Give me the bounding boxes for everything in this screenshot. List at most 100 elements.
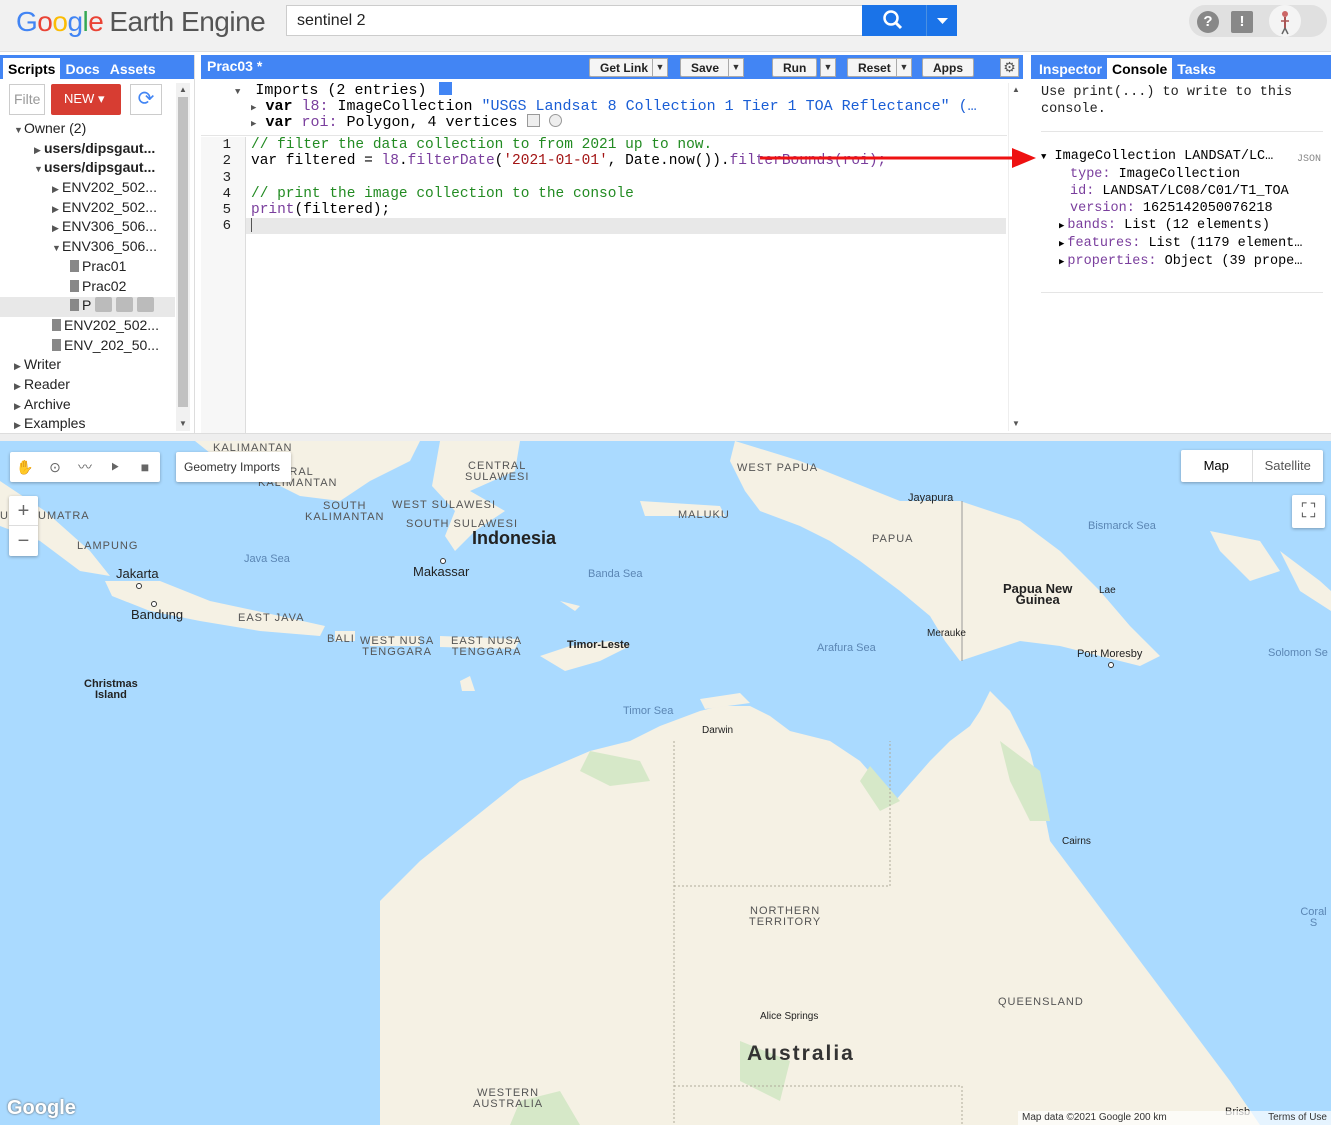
chevron-right-icon[interactable]: ▶ xyxy=(52,204,62,215)
editor-scrollbar[interactable]: ▲ ▼ xyxy=(1008,83,1022,431)
tab-inspector[interactable]: Inspector xyxy=(1034,58,1107,79)
tree-item[interactable]: ▼Owner (2) xyxy=(0,120,175,140)
delete-icon[interactable] xyxy=(137,297,155,313)
tree-item[interactable]: ▶ Writer xyxy=(0,356,175,376)
tree-item[interactable]: ENV202_502... xyxy=(0,317,175,337)
json-link[interactable]: JSON xyxy=(1297,154,1321,165)
map-label: Java Sea xyxy=(244,553,290,565)
chevron-down-icon[interactable]: ▼ xyxy=(14,125,24,135)
chevron-right-icon[interactable]: ▶ xyxy=(1059,257,1064,267)
terms-link[interactable]: Terms of Use xyxy=(1268,1112,1327,1123)
document-icon[interactable] xyxy=(439,82,453,95)
console-output[interactable]: ▼ ImageCollection LANDSAT/LC… type: Imag… xyxy=(1041,148,1326,271)
avatar[interactable] xyxy=(1269,5,1301,37)
save-button[interactable]: Save xyxy=(680,58,731,77)
chevron-right-icon[interactable]: ▶ xyxy=(1059,239,1064,249)
console-field[interactable]: ▶ features: List (1179 element… xyxy=(1041,235,1326,253)
code-area[interactable]: // filter the data collection to from 20… xyxy=(251,137,1007,235)
tree-item[interactable]: Prac02 xyxy=(0,278,175,298)
tree-item[interactable]: ▶ ENV202_502... xyxy=(0,199,175,219)
tree-item[interactable]: ▶ users/dipsgaut... xyxy=(0,140,175,160)
apps-button[interactable]: Apps xyxy=(922,58,974,77)
scripts-panel: Scripts Docs Assets Filte NEW ▾ ⟳ ▼Owner… xyxy=(0,55,195,433)
search-button[interactable] xyxy=(862,5,926,36)
chevron-right-icon[interactable]: ▶ xyxy=(14,420,24,431)
filter-input[interactable]: Filte xyxy=(9,84,45,115)
search-input[interactable]: sentinel 2 xyxy=(286,5,863,36)
chevron-right-icon[interactable]: ▶ xyxy=(14,401,24,412)
scroll-down-icon[interactable]: ▼ xyxy=(1012,419,1020,428)
chevron-right-icon[interactable]: ▶ xyxy=(1059,221,1064,231)
polygon-icon[interactable]: ⯈ xyxy=(104,456,126,478)
scrollbar-thumb[interactable] xyxy=(178,97,188,407)
edit-icon[interactable] xyxy=(116,297,134,313)
map-type-satellite[interactable]: Satellite xyxy=(1253,450,1324,482)
rectangle-icon[interactable]: ■ xyxy=(134,456,156,478)
get-link-button[interactable]: Get Link xyxy=(589,58,660,77)
refresh-icon[interactable]: ⟳ xyxy=(130,84,162,115)
earth-engine-logo[interactable]: Google Earth Engine xyxy=(16,6,266,38)
tab-tasks[interactable]: Tasks xyxy=(1172,58,1221,79)
chevron-down-icon[interactable]: ▼ xyxy=(52,243,62,253)
map-label: Makassar xyxy=(413,564,470,579)
chevron-down-icon[interactable]: ▼ xyxy=(34,164,44,174)
tree-item[interactable]: ENV_202_50... xyxy=(0,337,175,357)
new-button[interactable]: NEW ▾ xyxy=(51,84,121,115)
scroll-up-icon[interactable]: ▲ xyxy=(179,85,187,94)
pan-hand-icon[interactable]: ✋ xyxy=(14,456,36,478)
object-header[interactable]: ▼ ImageCollection LANDSAT/LC… xyxy=(1041,148,1326,166)
tree-item[interactable]: Prac01 xyxy=(0,258,175,278)
settings-icon[interactable] xyxy=(526,114,540,127)
chevron-right-icon[interactable]: ▶ xyxy=(14,381,24,392)
chevron-right-icon[interactable]: ▶ xyxy=(52,223,62,234)
console-field[interactable]: ▶ properties: Object (39 prope… xyxy=(1041,253,1326,271)
fullscreen-icon[interactable]: ⛶ xyxy=(1292,495,1325,528)
tab-docs[interactable]: Docs xyxy=(60,58,104,79)
tab-scripts[interactable]: Scripts xyxy=(3,58,61,79)
import-row[interactable]: ▶ var roi: Polygon, 4 vertices xyxy=(251,114,562,131)
chevron-right-icon[interactable]: ▶ xyxy=(52,184,62,195)
search-options-dropdown[interactable] xyxy=(926,5,957,36)
tree-item[interactable]: P xyxy=(0,297,175,317)
zoom-out-button[interactable]: − xyxy=(9,526,38,556)
tree-item[interactable]: ▶ Archive xyxy=(0,396,175,416)
map-type-map[interactable]: Map xyxy=(1181,450,1253,482)
import-row[interactable]: ▶ var l8: ImageCollection "USGS Landsat … xyxy=(251,98,977,115)
tree-item[interactable]: ▼ENV306_506... xyxy=(0,238,175,258)
line-icon[interactable]: 〰 xyxy=(74,456,96,478)
target-icon[interactable] xyxy=(548,114,562,127)
feedback-icon[interactable]: ! xyxy=(1231,11,1253,33)
get-link-dropdown[interactable]: ▼ xyxy=(652,58,668,77)
help-icon[interactable]: ? xyxy=(1197,11,1219,33)
editor-toolbar: Prac03 * Get Link ▼ Save ▼ Run ▼ Reset ▼… xyxy=(201,55,1023,79)
run-dropdown[interactable]: ▼ xyxy=(820,58,836,77)
save-dropdown[interactable]: ▼ xyxy=(728,58,744,77)
scripts-scrollbar[interactable]: ▲ ▼ xyxy=(176,83,190,431)
tab-console[interactable]: Console xyxy=(1107,58,1173,79)
map-view[interactable]: KALIMANTAN TRAL KALIMANTAN SOUTH KALIMAN… xyxy=(0,441,1331,1125)
tree-item[interactable]: ▼users/dipsgaut... xyxy=(0,159,175,179)
map-background xyxy=(0,441,1331,1125)
chevron-right-icon[interactable]: ▶ xyxy=(14,361,24,372)
scroll-up-icon[interactable]: ▲ xyxy=(1012,85,1020,94)
panel-resize-handle[interactable] xyxy=(0,433,1331,441)
tree-item-label: Archive xyxy=(24,395,71,412)
field-value: List (12 elements) xyxy=(1124,218,1270,233)
tree-item[interactable]: ▶ ENV202_502... xyxy=(0,179,175,199)
imports-header[interactable]: ▼ Imports (2 entries) xyxy=(235,82,453,99)
geometry-imports-button[interactable]: Geometry Imports xyxy=(176,452,291,482)
console-field[interactable]: ▶ bands: List (12 elements) xyxy=(1041,217,1326,235)
gear-icon[interactable]: ⚙ xyxy=(1000,58,1019,77)
run-button[interactable]: Run xyxy=(772,58,818,77)
scroll-down-icon[interactable]: ▼ xyxy=(179,419,187,428)
tab-assets[interactable]: Assets xyxy=(105,58,161,79)
tree-item[interactable]: ▶ ENV306_506... xyxy=(0,218,175,238)
reset-button[interactable]: Reset xyxy=(847,58,902,77)
zoom-in-button[interactable]: + xyxy=(9,496,38,526)
tree-item[interactable]: ▶ Reader xyxy=(0,376,175,396)
marker-icon[interactable]: ⊙ xyxy=(44,456,66,478)
field-key: features: xyxy=(1067,236,1141,251)
chevron-right-icon[interactable]: ▶ xyxy=(34,145,44,156)
history-icon[interactable] xyxy=(95,297,113,313)
reset-dropdown[interactable]: ▼ xyxy=(896,58,912,77)
